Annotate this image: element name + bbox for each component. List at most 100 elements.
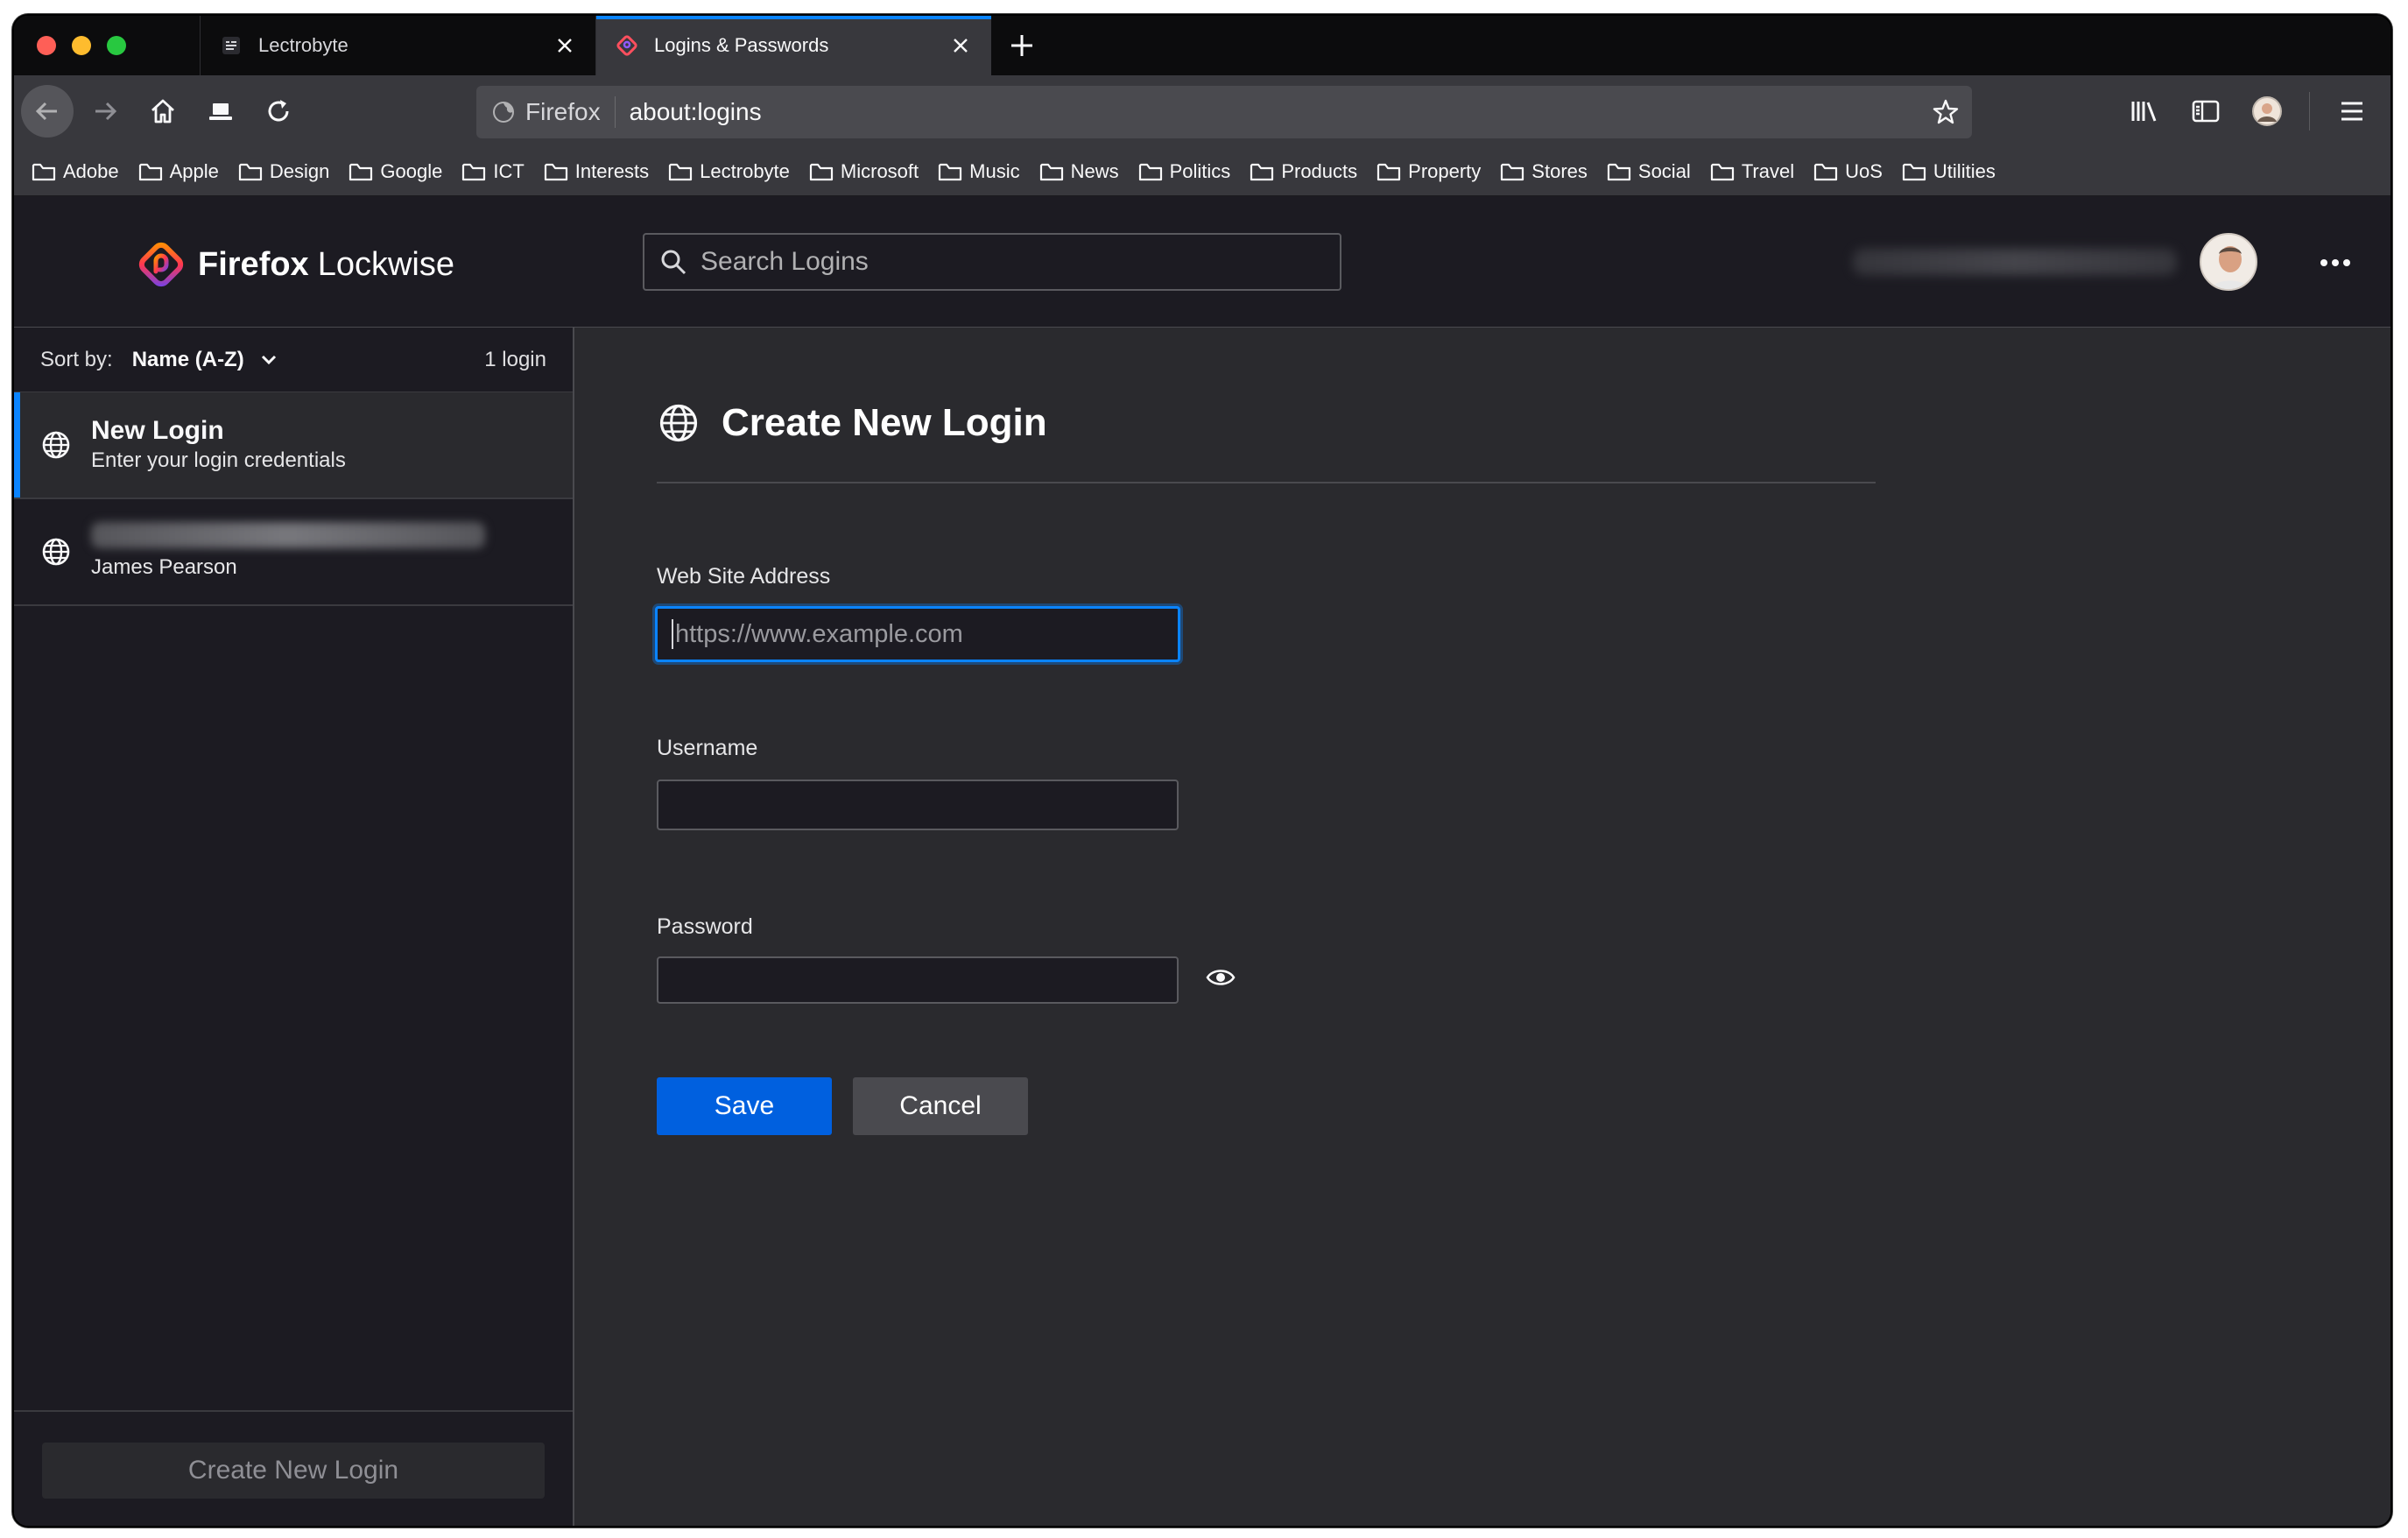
reload-button[interactable]: [252, 85, 305, 138]
bookmark-folder[interactable]: Products: [1250, 160, 1357, 183]
toolbar-right: [2109, 75, 2390, 147]
bookmark-folder[interactable]: Microsoft: [809, 160, 919, 183]
folder-icon: [1501, 163, 1524, 180]
toolbar-separator: [2309, 92, 2310, 131]
tab-strip: Lectrobyte Logins & Passwords: [14, 16, 2390, 75]
bookmark-label: Interests: [574, 159, 650, 182]
lockwise-header: Firefox Lockwise Search Logins: [14, 196, 2390, 328]
bookmark-folder[interactable]: Music: [938, 159, 1020, 183]
lockwise-icon: [616, 34, 638, 57]
page-icon: [220, 34, 243, 57]
bookmark-folder[interactable]: Social: [1607, 160, 1691, 183]
page-title: Create New Login: [657, 401, 1047, 445]
avatar[interactable]: [2200, 233, 2257, 291]
bookmark-star-icon[interactable]: [1919, 97, 1972, 127]
browser-window: Lectrobyte Logins & Passwords Firefox ab…: [12, 14, 2392, 1527]
zoom-window-button[interactable]: [107, 36, 126, 55]
screen-button[interactable]: [194, 85, 247, 138]
lockwise-page: Firefox Lockwise Search Logins Sort by: …: [14, 196, 2390, 1526]
identity-box[interactable]: Firefox: [476, 96, 616, 128]
firefox-icon: [493, 102, 514, 123]
sidebar-footer: Create New Login: [14, 1410, 573, 1526]
bookmark-folder[interactable]: Travel: [1710, 160, 1794, 183]
website-address-input[interactable]: https://www.example.com: [655, 606, 1180, 662]
bookmark-folder[interactable]: Apple: [138, 160, 219, 183]
login-editor: Create New Login Web Site Address https:…: [574, 328, 2390, 1526]
cancel-button[interactable]: Cancel: [853, 1077, 1028, 1135]
account-email-redacted: [1853, 249, 2177, 275]
close-tab-icon[interactable]: [550, 31, 580, 60]
home-icon: [151, 99, 174, 123]
save-button[interactable]: Save: [657, 1077, 832, 1135]
forward-button[interactable]: [79, 85, 131, 138]
app-menu-button[interactable]: [2326, 85, 2378, 138]
new-tab-button[interactable]: [991, 16, 1053, 75]
folder-icon: [1039, 163, 1063, 180]
reveal-password-button[interactable]: [1201, 958, 1240, 997]
bookmark-label: ICT: [493, 159, 525, 182]
lockwise-logo-icon: [138, 242, 184, 287]
more-options-button[interactable]: [2313, 245, 2357, 280]
bookmark-folder[interactable]: News: [1039, 160, 1119, 183]
bookmark-folder[interactable]: ICT: [461, 159, 525, 183]
minimize-window-button[interactable]: [72, 36, 91, 55]
bookmark-label: Property: [1408, 159, 1482, 182]
bookmark-folder[interactable]: Adobe: [32, 160, 119, 183]
username-input[interactable]: [657, 780, 1179, 830]
bookmark-folder[interactable]: Politics: [1138, 159, 1231, 183]
login-count: 1 login: [484, 347, 546, 371]
title-divider: [657, 482, 1876, 483]
bookmark-label: Products: [1281, 159, 1358, 182]
window-controls: [14, 16, 200, 75]
bookmark-folder[interactable]: Utilities: [1902, 160, 1996, 183]
library-button[interactable]: [2118, 85, 2171, 138]
bookmark-folder[interactable]: Stores: [1500, 160, 1588, 183]
sort-bar: Sort by: Name (A-Z) 1 login: [14, 328, 573, 392]
chevron-down-icon[interactable]: [260, 354, 278, 366]
folder-icon: [1814, 163, 1838, 180]
create-new-login-button[interactable]: Create New Login: [42, 1443, 545, 1499]
login-list-item[interactable]: James Pearson: [14, 499, 573, 606]
folder-icon: [1902, 163, 1926, 180]
sort-select[interactable]: Name (A-Z): [132, 348, 244, 372]
bookmark-folder[interactable]: Design: [238, 160, 329, 183]
folder-icon: [1250, 163, 1274, 180]
bookmark-folder[interactable]: Google: [349, 160, 442, 183]
sidebar-icon: [2192, 100, 2220, 123]
close-window-button[interactable]: [37, 36, 56, 55]
search-logins-input[interactable]: Search Logins: [643, 233, 1341, 291]
close-tab-icon[interactable]: [946, 31, 975, 60]
bookmark-label: Politics: [1169, 159, 1231, 182]
url-bar[interactable]: Firefox about:logins: [476, 86, 1972, 138]
tab-logins-passwords[interactable]: Logins & Passwords: [595, 16, 991, 75]
bookmark-folder[interactable]: UoS: [1813, 160, 1883, 183]
bookmark-label: Lectrobyte: [700, 159, 790, 182]
login-list-item-new[interactable]: New Login Enter your login credentials: [14, 392, 573, 499]
account-button[interactable]: [2241, 85, 2293, 138]
tab-lectrobyte[interactable]: Lectrobyte: [200, 16, 595, 75]
bookmark-folder[interactable]: Interests: [544, 160, 649, 183]
back-button[interactable]: [21, 85, 74, 138]
arrow-left-icon: [35, 102, 57, 121]
login-item-subtitle: James Pearson: [91, 555, 237, 579]
sidebar-toggle-button[interactable]: [2179, 85, 2232, 138]
identity-label: Firefox: [525, 98, 601, 125]
website-placeholder: https://www.example.com: [675, 619, 963, 648]
bookmark-folder[interactable]: Property: [1377, 160, 1481, 183]
text-caret: [672, 619, 673, 649]
url-text[interactable]: about:logins: [630, 98, 1919, 126]
password-input[interactable]: [657, 956, 1179, 1004]
home-button[interactable]: [137, 85, 189, 138]
bookmark-label: Adobe: [63, 159, 119, 182]
page-title-text: Create New Login: [722, 401, 1047, 444]
bookmark-label: Music: [969, 159, 1020, 182]
lockwise-logo: Firefox Lockwise: [133, 236, 454, 293]
bookmark-folder[interactable]: Lectrobyte: [668, 160, 790, 183]
logins-sidebar: Sort by: Name (A-Z) 1 login New Login En…: [14, 328, 574, 1526]
login-item-subtitle: Enter your login credentials: [91, 448, 346, 472]
hamburger-icon: [2341, 102, 2362, 121]
tab-title: Lectrobyte: [258, 34, 349, 56]
folder-icon: [462, 163, 486, 180]
plus-icon: [1011, 35, 1032, 56]
folder-icon: [939, 163, 962, 180]
